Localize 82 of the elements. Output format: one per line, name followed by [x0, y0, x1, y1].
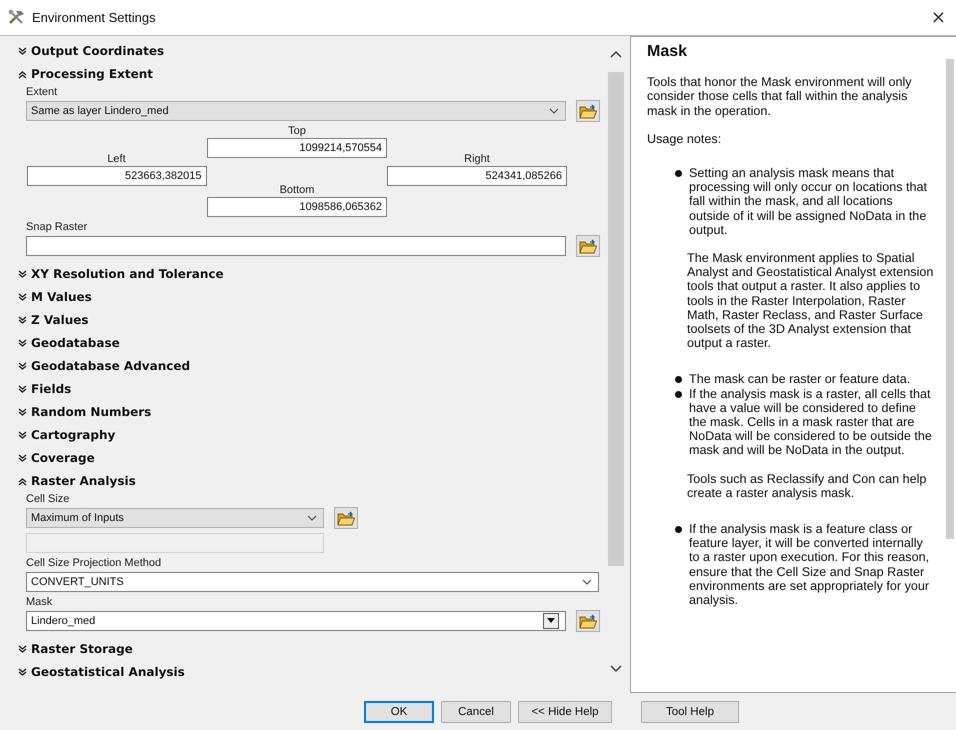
dialog-button[interactable]: << Hide Help: [518, 700, 612, 723]
help-bullet: The mask can be raster or feature data.: [689, 372, 910, 387]
bullet-icon: [675, 170, 682, 177]
caret-icon: [582, 578, 592, 585]
section-header[interactable]: Geostatistical Analysis: [31, 665, 185, 680]
section-header[interactable]: Processing Extent: [31, 67, 154, 82]
browse-button[interactable]: [576, 610, 600, 632]
field-label: Cell Size: [26, 492, 70, 506]
folder-icon: [579, 612, 597, 629]
help-bullet: If the analysis mask is a raster, all cells that have a value will be considered to define the mask. Cells in a mask raster that are NoData will be considered to be outside the mask and will be NoData in the output.: [689, 386, 933, 458]
dropdown[interactable]: CONVERT_UNITS: [26, 572, 599, 592]
expand-icon[interactable]: [18, 362, 27, 371]
section-header[interactable]: Random Numbers: [31, 405, 152, 420]
input-field[interactable]: 1098586,065362: [207, 196, 387, 217]
help-bullet: If the analysis mask is a feature class or feature layer, it will be converted internally to a raster upon execution. For this reason, ensure that the Cell Size and Snap Raster environments are set appropriately for your analysis.: [689, 522, 930, 608]
dialog-button[interactable]: OK: [364, 700, 434, 723]
bullet-icon: [675, 376, 682, 384]
help-subheading: Usage notes:: [647, 132, 722, 146]
input-field[interactable]: 523663,382015: [26, 166, 206, 186]
dropdown[interactable]: Same as layer Lindero_med: [26, 100, 566, 121]
field-label: Mask: [26, 596, 54, 609]
expand-icon[interactable]: [18, 338, 27, 348]
section-header[interactable]: Output Coordinates: [31, 44, 164, 58]
section-header[interactable]: M Values: [31, 290, 92, 304]
expand-icon[interactable]: [18, 270, 27, 279]
dialog-button[interactable]: Tool Help: [641, 700, 739, 723]
expand-icon[interactable]: [18, 46, 27, 56]
expand-icon[interactable]: [18, 292, 27, 302]
scroll-thumb[interactable]: [608, 72, 624, 566]
section-header[interactable]: Cartography: [31, 428, 116, 442]
folder-icon: [337, 510, 355, 526]
input-field[interactable]: 1099214,570554: [207, 138, 387, 158]
section-header[interactable]: Raster Analysis: [31, 474, 136, 488]
caret-icon: [547, 618, 555, 624]
collapse-icon[interactable]: [18, 70, 27, 79]
input-field[interactable]: [26, 236, 566, 256]
expand-icon[interactable]: [18, 430, 27, 440]
expand-icon[interactable]: [18, 668, 27, 677]
section-header[interactable]: Geodatabase: [31, 336, 120, 350]
dropdown[interactable]: Maximum of Inputs: [26, 508, 324, 528]
section-header[interactable]: Raster Storage: [31, 642, 133, 656]
section-header[interactable]: Z Values: [31, 313, 89, 328]
dialog-button[interactable]: Cancel: [441, 700, 511, 723]
help-paragraph: The Mask environment applies to Spatial Analyst and Geostatistical Analyst extension tools that output a raster. It also applies to tools in the Raster Interpolation, Raster Math, Raster Reclass, and Raster Surface toolsets of the 3D Analyst extension that output a raster.: [687, 250, 934, 350]
section-header[interactable]: Fields: [31, 382, 72, 396]
field-label: Extent: [26, 86, 58, 99]
collapse-icon[interactable]: [18, 476, 27, 486]
field-label: Right: [464, 152, 490, 166]
expand-icon[interactable]: [18, 408, 27, 417]
tools-icon: [8, 9, 26, 26]
section-header[interactable]: XY Resolution and Tolerance: [31, 267, 224, 282]
browse-button[interactable]: [576, 100, 600, 122]
help-bullet: Setting an analysis mask means that processing will only occur on locations that fall within the mask, and all locations outside of it will be assigned NoData in the output.: [689, 166, 928, 237]
window-title: Environment Settings: [32, 10, 157, 25]
help-title: Mask: [647, 44, 688, 60]
combo-box[interactable]: Lindero_med: [26, 610, 566, 631]
expand-icon[interactable]: [18, 316, 27, 325]
input-field[interactable]: 524341,085266: [387, 166, 567, 186]
browse-button[interactable]: [334, 506, 358, 529]
folder-icon: [579, 102, 597, 119]
field-label: Left: [107, 152, 126, 166]
section-header[interactable]: Coverage: [31, 451, 95, 466]
expand-icon[interactable]: [18, 644, 27, 654]
scroll-thumb[interactable]: [946, 58, 954, 539]
bullet-icon: [675, 526, 682, 534]
field-label: Snap Raster: [26, 220, 88, 234]
field-label: Cell Size Projection Method: [26, 556, 162, 570]
section-header[interactable]: Geodatabase Advanced: [31, 359, 190, 374]
browse-button[interactable]: [576, 234, 600, 257]
folder-icon: [579, 238, 597, 254]
field-label: Bottom: [280, 184, 314, 197]
expand-icon[interactable]: [18, 384, 27, 394]
close-button[interactable]: ×: [928, 6, 948, 28]
expand-icon[interactable]: [18, 454, 27, 463]
help-paragraph: Tools that honor the Mask environment will only consider those cells that fall within the analysis mask in the operation.: [647, 75, 913, 118]
field-label: Top: [288, 124, 306, 138]
caret-icon: [307, 514, 317, 521]
bullet-icon: [675, 390, 682, 398]
scroll-up-icon[interactable]: [610, 50, 622, 58]
scroll-down-icon[interactable]: [610, 665, 622, 674]
caret-icon: [549, 108, 559, 114]
help-paragraph: Tools such as Reclassify and Con can help create a raster analysis mask.: [687, 472, 928, 500]
